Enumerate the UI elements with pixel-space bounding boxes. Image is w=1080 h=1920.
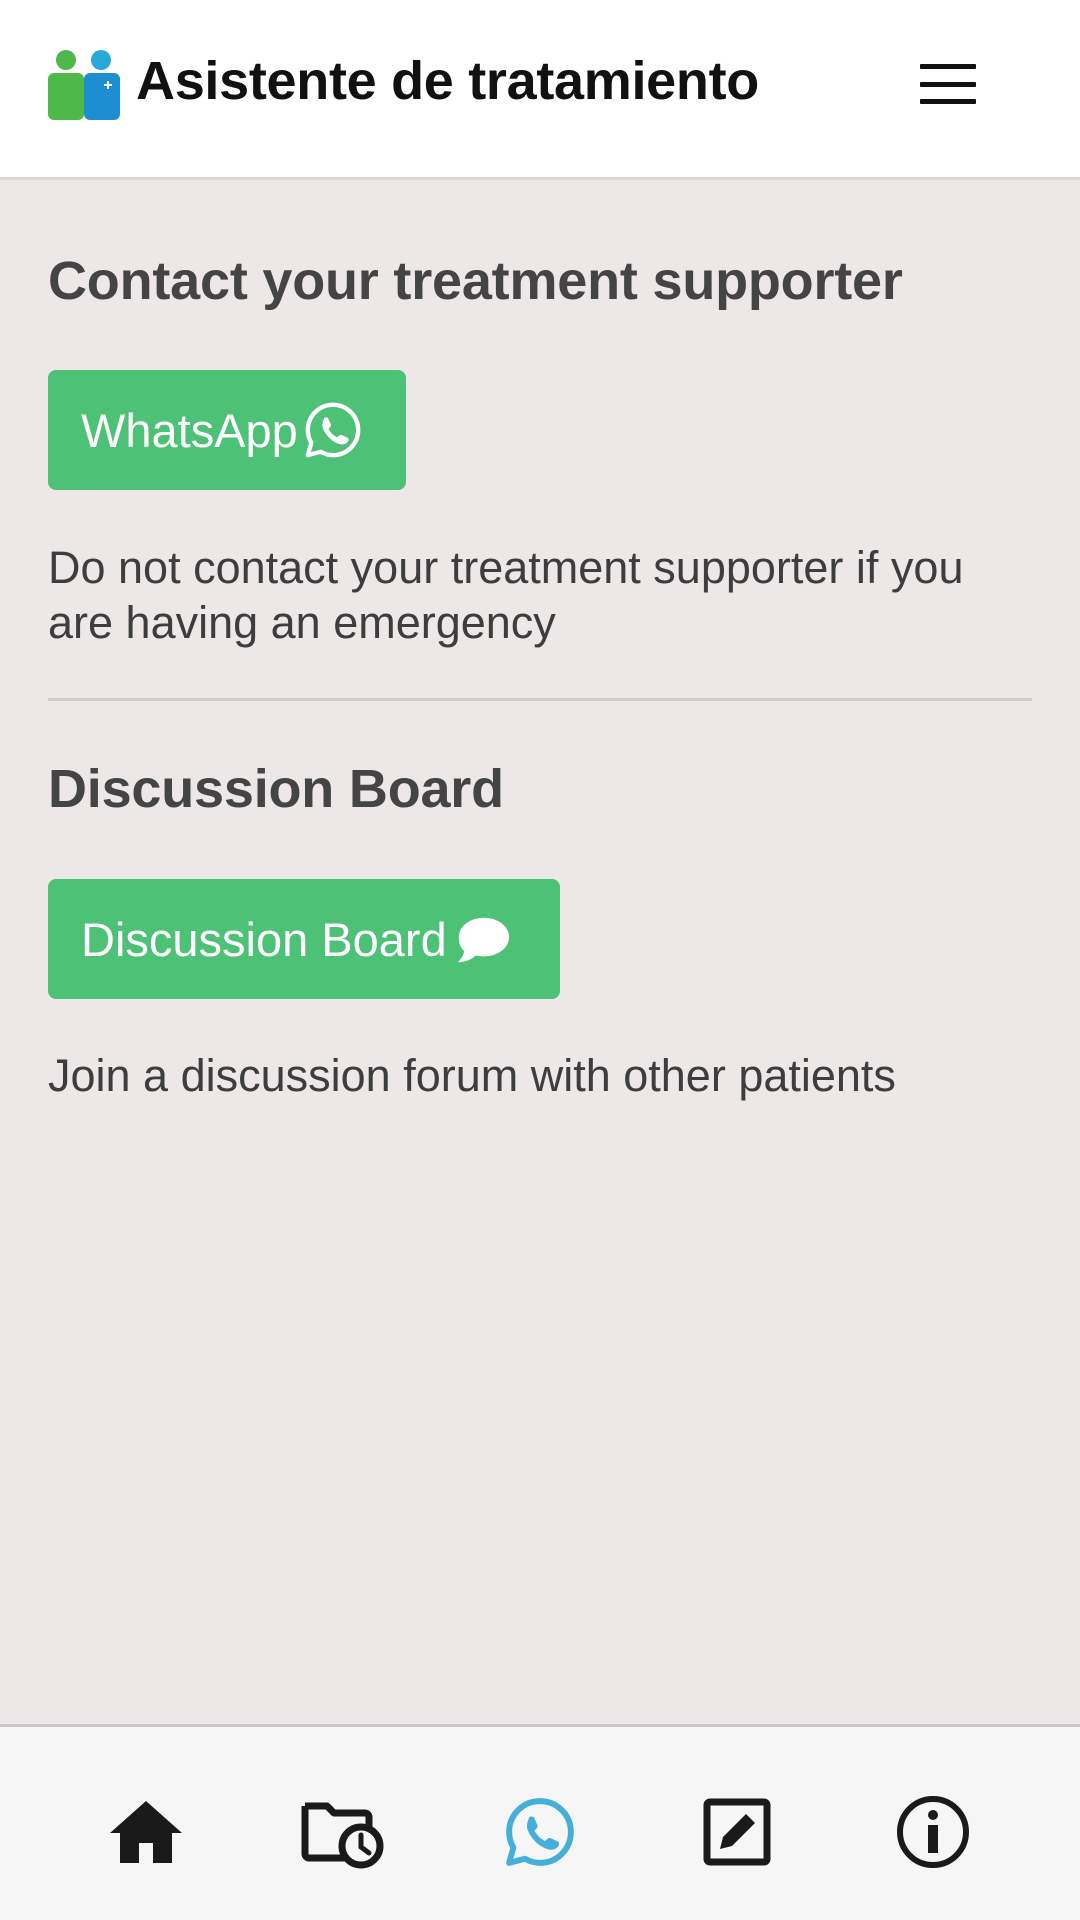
people-icon: [48, 50, 120, 120]
menu-line: [920, 81, 976, 87]
whatsapp-button[interactable]: WhatsApp: [48, 370, 406, 490]
nav-contact[interactable]: [495, 1787, 585, 1877]
whatsapp-button-label: WhatsApp: [81, 403, 298, 457]
discussion-board-button[interactable]: Discussion Board: [48, 879, 560, 999]
nav-history[interactable]: [298, 1787, 388, 1877]
section-divider: [48, 698, 1032, 701]
hamburger-menu-button[interactable]: [910, 56, 986, 112]
contact-section-title: Contact your treatment supporter: [48, 251, 903, 311]
nav-home[interactable]: [101, 1787, 191, 1877]
home-icon: [110, 1801, 182, 1863]
menu-line: [920, 64, 976, 69]
edit-icon: [703, 1798, 771, 1866]
app-title: Asistente de tratamiento: [136, 51, 759, 111]
app-header: Asistente de tratamiento: [0, 0, 1080, 180]
menu-line: [920, 99, 976, 104]
nav-info[interactable]: [888, 1787, 978, 1877]
nav-edit[interactable]: [692, 1787, 782, 1877]
bottom-navigation: [0, 1724, 1080, 1920]
speech-bubble-icon: [457, 917, 509, 963]
whatsapp-icon: [506, 1798, 574, 1866]
contact-warning-text: Do not contact your treatment supporter …: [48, 542, 964, 648]
discussion-section-title: Discussion Board: [48, 759, 504, 819]
discussion-description-text: Join a discussion forum with other patie…: [48, 1050, 896, 1101]
folder-clock-icon: [301, 1802, 384, 1869]
app-screen: Asistente de tratamiento Contact your tr…: [0, 0, 1080, 1920]
whatsapp-icon: [305, 402, 361, 458]
info-icon: [897, 1796, 969, 1868]
discussion-board-button-label: Discussion Board: [81, 912, 447, 966]
